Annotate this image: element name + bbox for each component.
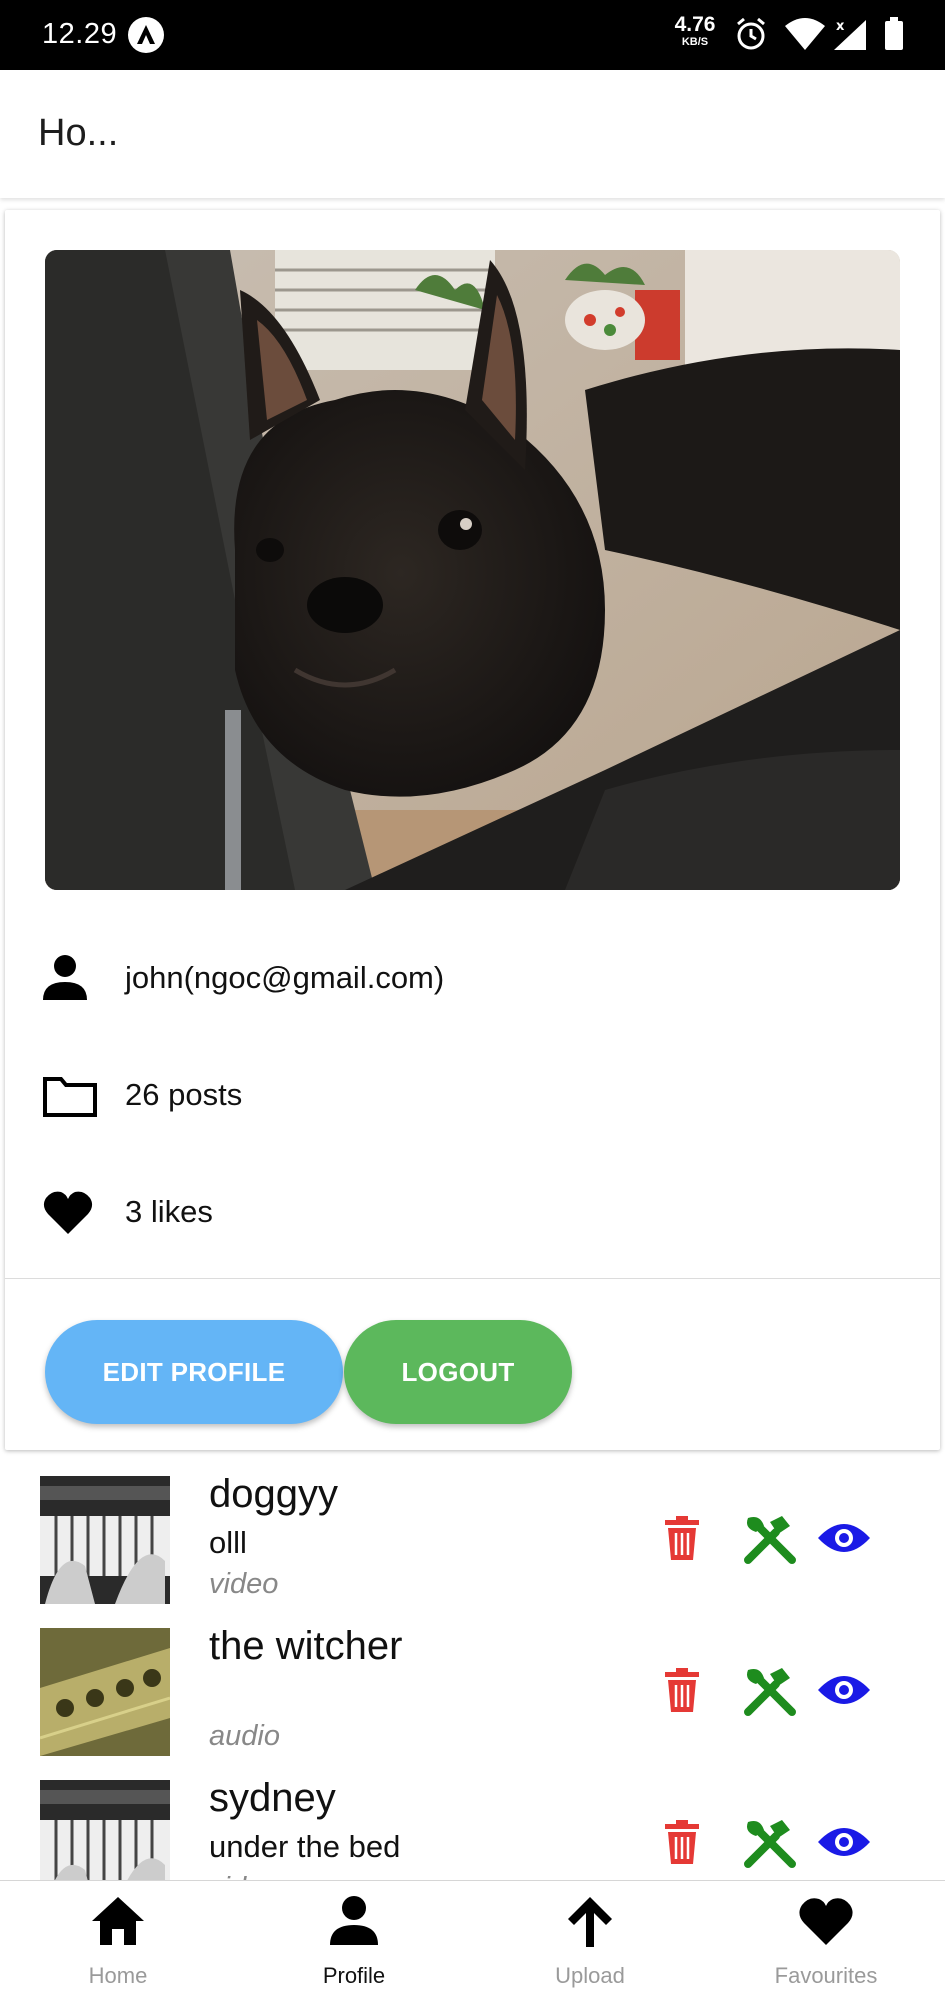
svg-text:x: x	[836, 19, 845, 34]
person-icon	[326, 1893, 382, 1949]
signal-icon: x	[830, 16, 870, 57]
home-icon	[90, 1893, 146, 1949]
eye-icon[interactable]	[817, 1824, 871, 1865]
logout-button[interactable]: LOGOUT	[344, 1320, 572, 1424]
nav-home[interactable]: Home	[0, 1881, 236, 1995]
eye-icon[interactable]	[817, 1520, 871, 1561]
post-thumbnail	[40, 1780, 170, 1880]
user-email: john(ngoc@gmail.com)	[125, 960, 445, 995]
battery-icon	[884, 16, 904, 57]
app-notification-icon	[128, 17, 164, 53]
nav-label: Profile	[322, 1963, 386, 1988]
app-header: Ho...	[0, 70, 945, 198]
wifi-icon	[783, 16, 827, 57]
user-row: john(ngoc@gmail.com)	[43, 948, 903, 1008]
nav-label: Home	[88, 1963, 148, 1988]
arrow-up-icon	[562, 1893, 618, 1949]
card-divider	[5, 1278, 940, 1279]
network-speed: 4.76 KB/S	[670, 14, 720, 48]
post-type: video	[209, 1568, 279, 1600]
post-list: doggyy olll video the witcher audio sydn…	[0, 1456, 945, 1880]
list-item[interactable]: sydney under the bed video	[0, 1760, 945, 1880]
heart-icon	[798, 1893, 854, 1949]
likes-row: 3 likes	[43, 1182, 903, 1242]
post-title: sydney	[209, 1776, 336, 1820]
list-item[interactable]: doggyy olll video	[0, 1456, 945, 1608]
network-speed-unit: KB/S	[681, 36, 709, 48]
post-type: video	[209, 1872, 278, 1880]
list-item[interactable]: the witcher audio	[0, 1608, 945, 1760]
nav-label: Favourites	[774, 1963, 878, 1988]
app-screen: 12.29 4.76 KB/S x Ho... john(ngoc@gmail.…	[0, 0, 945, 1995]
post-title: doggyy	[209, 1472, 338, 1516]
post-description: olll	[209, 1525, 247, 1560]
post-thumbnail	[40, 1628, 170, 1756]
likes-count: 3 likes	[125, 1194, 213, 1229]
posts-row: 26 posts	[43, 1065, 903, 1125]
edit-profile-button[interactable]: EDIT PROFILE	[45, 1320, 343, 1424]
nav-upload[interactable]: Upload	[472, 1881, 708, 1995]
alarm-icon	[734, 16, 768, 57]
post-title: the witcher	[209, 1624, 403, 1668]
nav-label: Upload	[555, 1963, 625, 1988]
bottom-nav: Home Profile Upload Favourites	[0, 1880, 945, 1995]
post-description: under the bed	[209, 1829, 401, 1864]
tools-icon[interactable]	[742, 1666, 798, 1721]
network-speed-value: 4.76	[674, 13, 716, 36]
trash-icon[interactable]	[665, 1668, 699, 1717]
post-type: audio	[209, 1720, 280, 1752]
nav-profile[interactable]: Profile	[236, 1881, 472, 1995]
profile-photo	[45, 250, 900, 890]
trash-icon[interactable]	[665, 1516, 699, 1565]
status-bar: 12.29 4.76 KB/S x	[0, 0, 945, 70]
person-icon	[43, 954, 97, 1004]
status-time: 12.29	[42, 18, 118, 50]
nav-favourites[interactable]: Favourites	[708, 1881, 944, 1995]
tools-icon[interactable]	[742, 1514, 798, 1569]
eye-icon[interactable]	[817, 1672, 871, 1713]
post-thumbnail	[40, 1476, 170, 1604]
posts-count: 26 posts	[125, 1077, 243, 1112]
header-title: Ho...	[38, 112, 119, 154]
trash-icon[interactable]	[665, 1820, 699, 1869]
folder-icon	[43, 1071, 97, 1121]
profile-card: john(ngoc@gmail.com) 26 posts 3 likes ED…	[5, 210, 940, 1450]
tools-icon[interactable]	[742, 1818, 798, 1873]
heart-icon	[43, 1188, 97, 1238]
